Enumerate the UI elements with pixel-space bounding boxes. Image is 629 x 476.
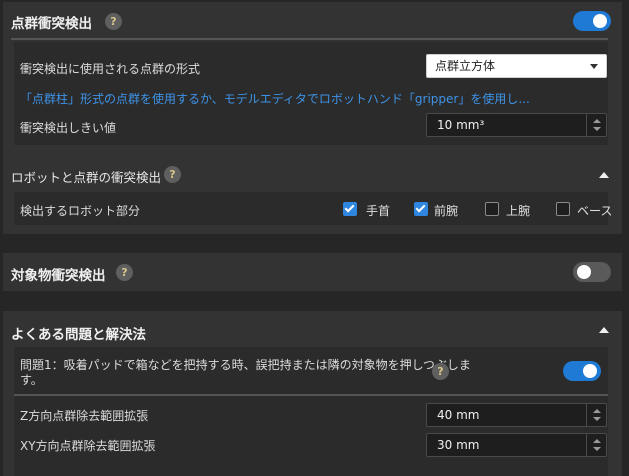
header-divider [11, 38, 608, 40]
xy-spin-buttons[interactable] [586, 434, 606, 456]
collision-threshold-value: 10 mm³ [437, 118, 485, 132]
xy-expand-input[interactable]: 30 mm [426, 433, 607, 457]
chevron-down-icon [590, 64, 598, 69]
spin-up-icon[interactable] [593, 119, 601, 123]
z-expand-input[interactable]: 40 mm [426, 403, 607, 427]
collision-shape-value: 点群立方体 [435, 59, 496, 73]
object-collision-title: 対象物衝突検出 [11, 268, 106, 284]
collision-threshold-label: 衝突検出しきい値 [20, 121, 117, 135]
forearm-checkbox[interactable] [414, 202, 428, 216]
xy-expand-label: XY方向点群除去範囲拡張 [20, 439, 156, 453]
chevron-up-icon[interactable] [599, 327, 609, 333]
upper-arm-checkbox[interactable] [485, 202, 499, 216]
spin-up-icon[interactable] [593, 409, 601, 413]
spin-down-icon[interactable] [593, 127, 601, 131]
chevron-up-icon[interactable] [599, 172, 609, 178]
faq-divider [14, 394, 608, 396]
toggle-knob [593, 14, 607, 28]
xy-expand-value: 30 mm [437, 438, 480, 452]
robot-collision-help-icon[interactable]: ? [164, 166, 181, 183]
point-cloud-collision-toggle[interactable] [573, 11, 611, 31]
spin-down-icon[interactable] [593, 447, 601, 451]
base-label: ベース [577, 204, 613, 218]
robot-parts-body: 検出するロボット部分 手首 前腕 上腕 ベース [14, 192, 612, 225]
point-cloud-settings-body: 衝突検出に使用される点群の形式 点群立方体 「点群柱」形式の点群を使用するか、モ… [14, 42, 608, 145]
question1-text-line2: す。 [20, 373, 43, 387]
collision-threshold-input[interactable]: 10 mm³ [426, 113, 607, 137]
faq-body: 問題1：吸着パッドで箱などを把持する時、誤把持または隣の対象物を押しつぶしま す… [14, 347, 608, 476]
toggle-knob [583, 364, 597, 378]
point-cloud-collision-panel: 点群衝突検出 ? 衝突検出に使用される点群の形式 点群立方体 「点群柱」形式の点… [3, 2, 622, 234]
question1-toggle[interactable] [563, 361, 601, 381]
robot-collision-title: ロボットと点群の衝突検出 [11, 170, 162, 185]
faq-panel: よくある問題と解決法 問題1：吸着パッドで箱などを把持する時、誤把持または隣の対… [3, 311, 622, 476]
check-icon [344, 202, 355, 213]
point-cloud-collision-title: 点群衝突検出 [11, 16, 92, 32]
point-cloud-collision-help-icon[interactable]: ? [105, 13, 122, 30]
spin-down-icon[interactable] [593, 417, 601, 421]
z-expand-value: 40 mm [437, 408, 480, 422]
object-collision-panel: 対象物衝突検出 ? [3, 253, 622, 291]
gripper-hint-link[interactable]: 「点群柱」形式の点群を使用するか、モデルエディタでロボットハンド「gripper… [20, 90, 530, 107]
robot-parts-label: 検出するロボット部分 [20, 204, 141, 218]
forearm-label: 前腕 [434, 204, 459, 218]
wrist-label: 手首 [366, 204, 391, 218]
threshold-spin-buttons[interactable] [586, 114, 606, 136]
wrist-checkbox[interactable] [343, 202, 357, 216]
faq-title: よくある問題と解決法 [11, 327, 146, 343]
toggle-knob [577, 265, 591, 279]
question1-text-line1: 問題1：吸着パッドで箱などを把持する時、誤把持または隣の対象物を押しつぶしま [20, 358, 471, 372]
question1-help-icon[interactable]: ? [432, 363, 449, 380]
upper-arm-label: 上腕 [506, 204, 531, 218]
z-expand-label: Z方向点群除去範囲拡張 [20, 409, 149, 423]
check-icon [415, 202, 426, 213]
object-collision-toggle[interactable] [573, 262, 611, 282]
object-collision-help-icon[interactable]: ? [116, 264, 133, 281]
z-spin-buttons[interactable] [586, 404, 606, 426]
collision-shape-label: 衝突検出に使用される点群の形式 [20, 62, 201, 76]
collision-shape-select[interactable]: 点群立方体 [426, 54, 607, 78]
spin-up-icon[interactable] [593, 439, 601, 443]
base-checkbox[interactable] [556, 202, 570, 216]
